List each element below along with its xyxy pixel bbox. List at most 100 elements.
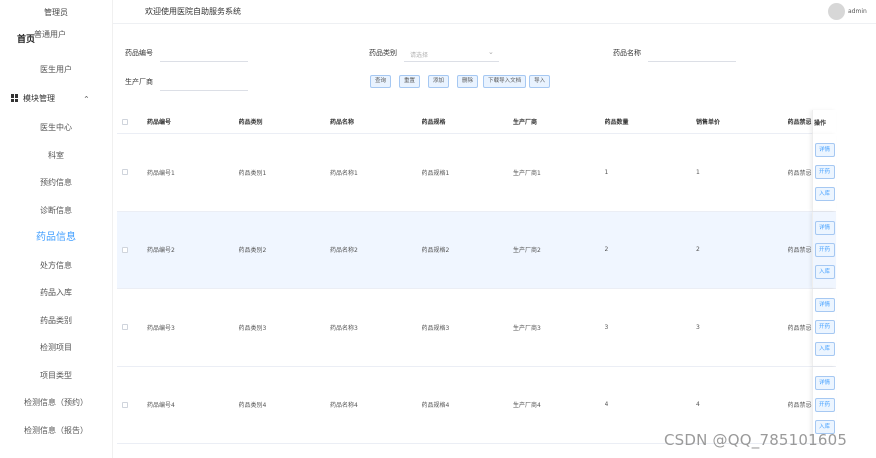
sidebar-item-drug-stock-in[interactable]: 药品入库 [0, 279, 112, 307]
toolbar: 查询 重置 添加 删除 下载导入文档 导入 [370, 75, 558, 88]
table-cell: 药品编号4 [147, 402, 175, 410]
sidebar-item-diagnosis[interactable]: 诊断信息 [0, 197, 112, 225]
sidebar-item-label: 普通用户 [34, 30, 66, 39]
watermark: CSDN @QQ_785101605 [664, 431, 848, 449]
chevron-down-icon: ⌄ [488, 48, 494, 56]
table-cell: 生产厂商3 [513, 324, 541, 332]
detail-button[interactable]: 详情 [814, 220, 835, 235]
sidebar-item-prescription[interactable]: 处方信息 [0, 252, 112, 280]
table-cell: 药品编号1 [147, 169, 175, 177]
table-cell: 药品规格1 [421, 169, 450, 177]
sidebar-item-drug-category[interactable]: 药品类别 [0, 307, 112, 335]
drug-category-label: 药品类别 [369, 49, 397, 57]
column-header: 药品类别 [238, 119, 263, 126]
add-button[interactable]: 添加 [428, 75, 450, 88]
sidebar-item-appointment[interactable]: 预约信息 [0, 169, 112, 197]
table-cell: 3 [696, 323, 700, 331]
grid-icon [11, 94, 19, 102]
manufacturer-label: 生产厂商 [125, 78, 153, 86]
column-header: 药品规格 [421, 119, 446, 126]
table-cell: 药品规格2 [421, 247, 450, 255]
column-header: 药品名称 [330, 119, 355, 126]
table-cell: 生产厂商4 [513, 402, 541, 410]
sidebar-item-doctor-user[interactable]: 医生用户 [0, 56, 112, 84]
chevron-up-icon: ⌄ [83, 93, 90, 103]
drug-name-label: 药品名称 [613, 49, 641, 57]
table-cell: 1 [604, 168, 609, 176]
sidebar-item-test-report[interactable]: 检测信息（报告） [0, 417, 112, 445]
download-template-button[interactable]: 下载导入文档 [483, 75, 527, 88]
table-cell: 生产厂商2 [513, 247, 541, 255]
table-cell: 药品规格3 [421, 324, 450, 332]
table-cell: 药品类别2 [238, 247, 267, 255]
reset-button[interactable]: 重置 [399, 75, 421, 88]
sidebar: 管理员 普通用户 首页 医生用户 模块管理 ⌄ 医生中心 科室 预约信息 诊断信… [0, 0, 113, 458]
sidebar-item-doctor-center[interactable]: 医生中心 [0, 114, 112, 142]
sidebar-item-test-item[interactable]: 检测项目 [0, 334, 112, 362]
sidebar-item-home[interactable]: 首页 [17, 35, 35, 46]
drug-category-select[interactable]: 请选择 [410, 50, 428, 59]
table-header: 药品编号 药品类别 药品名称 药品规格 生产厂商 药品数量 销售单价 药品禁忌 … [117, 110, 836, 134]
top-header: 欢迎使用医院自助服务系统 admin [113, 0, 876, 24]
table-cell: 3 [604, 323, 609, 331]
table-cell: 药品类别3 [238, 324, 267, 332]
manufacturer-input[interactable] [160, 90, 248, 91]
table-cell: 药品编号3 [147, 324, 175, 332]
table-cell: 2 [604, 246, 609, 254]
drug-category-select-underline [404, 61, 499, 62]
table-cell: 2 [696, 246, 700, 254]
table-cell: 药品名称1 [330, 169, 358, 177]
sidebar-item-drug-info[interactable]: 药品信息 [0, 224, 112, 252]
select-all-checkbox[interactable] [122, 118, 128, 125]
import-button[interactable]: 导入 [529, 75, 551, 88]
sidebar-item-normal-user[interactable]: 普通用户 首页 [0, 26, 112, 56]
stock-in-button[interactable]: 入库 [814, 342, 835, 357]
detail-button[interactable]: 详情 [814, 143, 835, 158]
table-cell: 药品名称3 [330, 324, 358, 332]
column-header: 药品数量 [604, 119, 629, 126]
drug-code-label: 药品编号 [125, 49, 153, 57]
table-cell: 药品编号2 [147, 247, 175, 255]
avatar[interactable] [828, 3, 845, 20]
prescribe-button[interactable]: 开药 [814, 165, 835, 180]
query-button[interactable]: 查询 [370, 75, 392, 88]
column-header-actions: 操作 [812, 110, 836, 134]
table-cell: 药品规格4 [421, 402, 450, 410]
row-checkbox[interactable] [122, 246, 128, 253]
table-cell: 4 [696, 401, 700, 409]
table-cell: 1 [696, 168, 700, 176]
column-header: 生产厂商 [513, 119, 538, 126]
sidebar-item-item-type[interactable]: 项目类型 [0, 362, 112, 390]
sidebar-item-department[interactable]: 科室 [0, 142, 112, 170]
table-cell: 生产厂商1 [513, 169, 541, 177]
row-checkbox[interactable] [122, 324, 128, 331]
row-checkbox[interactable] [122, 169, 128, 176]
table-cell: 药品名称4 [330, 402, 358, 410]
table-row: 药品编号3 药品类别3 药品名称3 药品规格3 生产厂商3 3 3 药品禁忌3 … [117, 289, 836, 367]
detail-button[interactable]: 详情 [814, 298, 835, 313]
prescribe-button[interactable]: 开药 [814, 242, 835, 257]
detail-button[interactable]: 详情 [814, 375, 835, 390]
stock-in-button[interactable]: 入库 [814, 187, 835, 202]
table-cell: 药品名称2 [330, 247, 358, 255]
sidebar-module-toggle[interactable]: 模块管理 ⌄ [0, 86, 112, 110]
table-cell: 药品类别1 [238, 169, 267, 177]
stock-in-button[interactable]: 入库 [814, 264, 835, 279]
table-cell: 药品类别4 [238, 402, 267, 410]
row-checkbox[interactable] [122, 401, 128, 408]
row-actions: 详情 开药 入库 [812, 289, 836, 366]
sidebar-item-test-appointment[interactable]: 检测信息（预约） [0, 389, 112, 417]
drug-name-input[interactable] [648, 61, 736, 62]
username-label[interactable]: admin [848, 0, 867, 24]
delete-button[interactable]: 删除 [457, 75, 479, 88]
column-header: 销售单价 [696, 119, 721, 126]
drug-code-input[interactable] [160, 61, 248, 62]
column-header: 药品编号 [147, 119, 172, 126]
table-cell: 4 [604, 401, 609, 409]
drug-table: 药品编号 药品类别 药品名称 药品规格 生产厂商 药品数量 销售单价 药品禁忌 … [117, 110, 836, 444]
table-row: 药品编号1 药品类别1 药品名称1 药品规格1 生产厂商1 1 1 药品禁忌1 … [117, 134, 836, 212]
prescribe-button[interactable]: 开药 [814, 320, 835, 335]
prescribe-button[interactable]: 开药 [814, 397, 835, 412]
row-actions: 详情 开药 入库 [812, 134, 836, 211]
system-title: 欢迎使用医院自助服务系统 [145, 7, 241, 16]
